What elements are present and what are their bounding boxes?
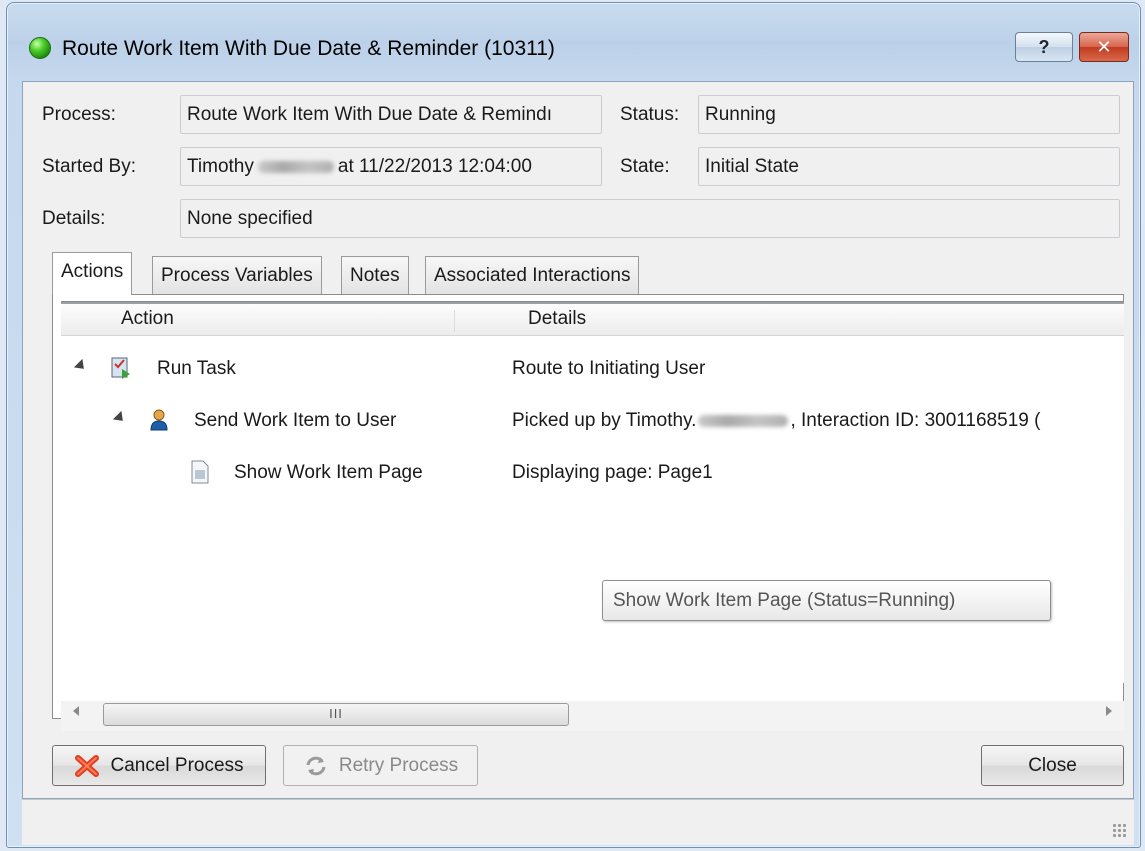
cancel-process-label: Cancel Process bbox=[110, 754, 244, 776]
help-button[interactable]: ? bbox=[1015, 32, 1073, 62]
cancel-x-icon bbox=[75, 754, 100, 777]
column-header-action[interactable]: Action bbox=[121, 308, 174, 330]
status-bar bbox=[22, 799, 1134, 845]
user-icon bbox=[150, 409, 168, 431]
status-label: Status: bbox=[620, 104, 680, 125]
details-cell: Displaying page: Page1 bbox=[512, 462, 713, 483]
action-cell: Send Work Item to User bbox=[194, 410, 397, 431]
column-header-details[interactable]: Details bbox=[528, 308, 586, 330]
process-label: Process: bbox=[42, 104, 116, 125]
status-field[interactable]: Running bbox=[698, 95, 1120, 134]
tab-notes[interactable]: Notes bbox=[341, 256, 409, 294]
horizontal-scrollbar[interactable]: III bbox=[61, 701, 1124, 731]
column-separator[interactable] bbox=[454, 310, 455, 332]
scrollbar-thumb[interactable]: III bbox=[103, 703, 569, 726]
started-by-name: Timothy bbox=[187, 156, 254, 177]
details-field[interactable]: None specified bbox=[180, 199, 1120, 238]
tab-process-variables[interactable]: Process Variables bbox=[152, 256, 322, 294]
action-cell: Run Task bbox=[157, 358, 236, 379]
resize-grip-icon[interactable] bbox=[1112, 823, 1128, 839]
details-label: Details: bbox=[42, 208, 106, 229]
tab-actions[interactable]: Actions bbox=[52, 252, 133, 295]
tree-row[interactable]: Send Work Item to User Picked up by Timo… bbox=[61, 404, 1124, 444]
retry-icon bbox=[306, 756, 326, 775]
scroll-right-arrow-icon[interactable] bbox=[1106, 706, 1112, 716]
tab-associated-interactions[interactable]: Associated Interactions bbox=[425, 256, 640, 294]
actions-panel: Action Details Run Task Route to Initiat… bbox=[52, 294, 1124, 731]
tree-row[interactable]: Run Task Route to Initiating User bbox=[61, 352, 1124, 392]
tree-row[interactable]: Show Work Item Page Displaying page: Pag… bbox=[61, 456, 1124, 496]
tree-header: Action Details bbox=[61, 302, 1124, 336]
started-by-time: at 11/22/2013 12:04:00 bbox=[337, 156, 532, 177]
actions-tree[interactable]: Action Details Run Task Route to Initiat… bbox=[61, 301, 1124, 683]
state-field[interactable]: Initial State bbox=[698, 147, 1120, 186]
details-picked-up: Picked up by Timothy. bbox=[512, 410, 697, 431]
process-dialog-window: Route Work Item With Due Date & Reminder… bbox=[6, 2, 1141, 848]
scroll-left-arrow-icon[interactable] bbox=[73, 706, 79, 716]
started-by-label: Started By: bbox=[42, 156, 136, 177]
status-running-icon bbox=[29, 37, 51, 59]
task-icon bbox=[111, 357, 130, 379]
action-cell: Show Work Item Page bbox=[234, 462, 423, 483]
close-button[interactable]: Close bbox=[981, 745, 1124, 786]
details-cell: Picked up by Timothy. , Interaction ID: 3… bbox=[512, 410, 1040, 432]
window-title: Route Work Item With Due Date & Reminder… bbox=[62, 37, 555, 60]
process-field[interactable]: Route Work Item With Due Date & Remindı bbox=[180, 95, 602, 134]
state-label: State: bbox=[620, 156, 670, 177]
title-bar[interactable]: Route Work Item With Due Date & Reminder… bbox=[7, 3, 1140, 62]
collapse-icon[interactable] bbox=[73, 358, 89, 374]
retry-process-button[interactable]: Retry Process bbox=[283, 745, 478, 786]
details-cell: Route to Initiating User bbox=[512, 358, 706, 379]
collapse-icon[interactable] bbox=[112, 410, 128, 426]
dialog-client-area: Process: Route Work Item With Due Date &… bbox=[22, 81, 1134, 799]
details-interaction-id: , Interaction ID: 3001168519 ( bbox=[790, 410, 1041, 431]
redacted-surname bbox=[698, 414, 789, 427]
cancel-process-button[interactable]: Cancel Process bbox=[52, 745, 266, 786]
started-by-field[interactable]: Timothy at 11/22/2013 12:04:00 bbox=[180, 147, 602, 186]
row-tooltip: Show Work Item Page (Status=Running) bbox=[602, 580, 1051, 621]
redacted-surname bbox=[257, 160, 334, 173]
retry-process-label: Retry Process bbox=[338, 754, 459, 776]
page-icon bbox=[191, 460, 209, 484]
window-close-button[interactable]: ✕ bbox=[1079, 32, 1129, 62]
